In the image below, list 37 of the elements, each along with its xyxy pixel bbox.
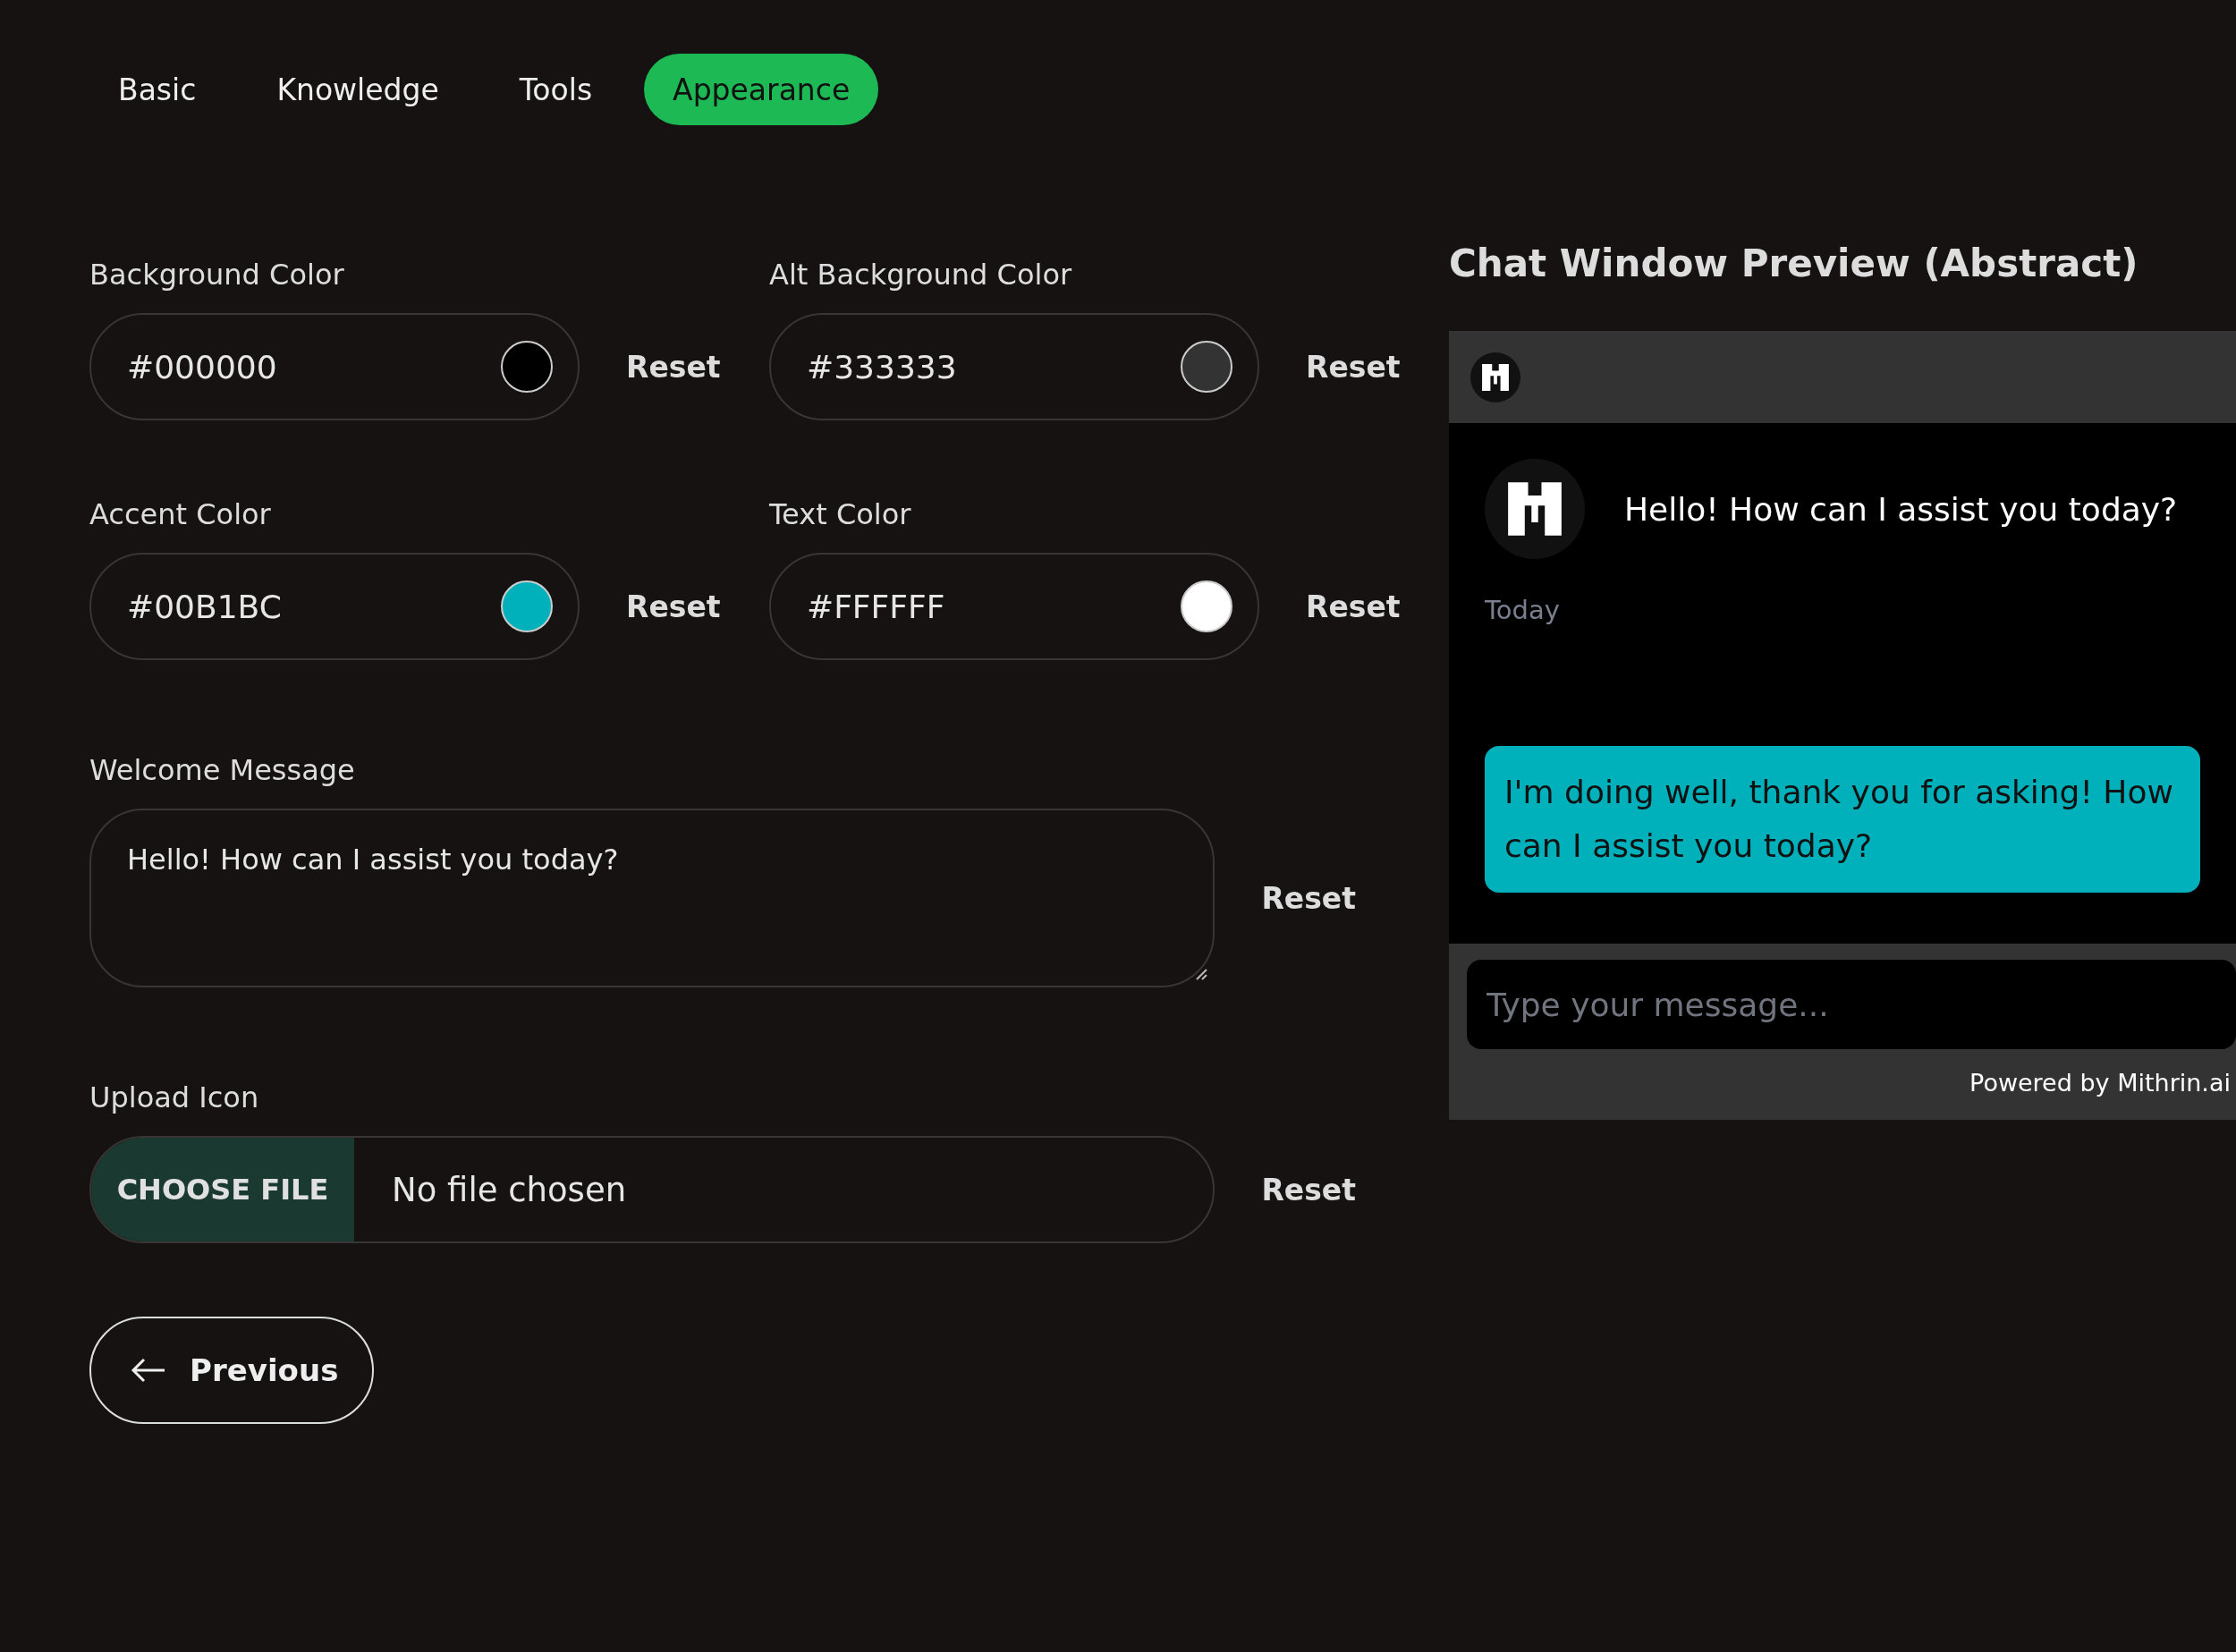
- reset-button[interactable]: Reset: [623, 345, 724, 388]
- color-swatch[interactable]: [501, 580, 553, 632]
- choose-file-button[interactable]: CHOOSE FILE: [91, 1138, 354, 1241]
- tab[interactable]: Tools: [490, 54, 622, 125]
- previous-button[interactable]: Previous: [89, 1317, 375, 1424]
- reset-button[interactable]: Reset: [623, 585, 724, 628]
- file-status: No file chosen: [392, 1170, 627, 1209]
- color-swatch[interactable]: [1181, 580, 1232, 632]
- field-label: Welcome Message: [89, 753, 356, 789]
- reset-button[interactable]: Reset: [1258, 1168, 1359, 1211]
- color-field[interactable]: #000000: [89, 313, 580, 420]
- reset-button[interactable]: Reset: [1258, 877, 1359, 919]
- color-swatch[interactable]: [501, 341, 553, 393]
- color-field[interactable]: #00B1BC: [89, 553, 580, 660]
- reset-button[interactable]: Reset: [1302, 345, 1404, 388]
- message-date: Today: [1485, 595, 1561, 625]
- message-textarea[interactable]: Hello! How can I assist you today?: [89, 809, 1215, 987]
- color-swatch[interactable]: [1181, 341, 1232, 393]
- bot-avatar-icon: [1485, 459, 1585, 559]
- tab[interactable]: Basic: [89, 54, 225, 125]
- bot-message: Hello! How can I assist you today?: [1624, 490, 2178, 528]
- color-field[interactable]: #FFFFFF: [769, 553, 1259, 660]
- field-label: Accent Color: [89, 497, 272, 533]
- logo-icon: [1470, 352, 1520, 402]
- arrow-left-icon: [131, 1357, 166, 1384]
- field-label: Upload Icon: [89, 1080, 260, 1116]
- field-label: Text Color: [769, 497, 912, 533]
- field-label: Background Color: [89, 258, 345, 293]
- message-input[interactable]: Type your message...: [1467, 960, 2236, 1049]
- tab[interactable]: Appearance: [644, 54, 879, 125]
- reset-button[interactable]: Reset: [1302, 585, 1404, 628]
- preview-title: Chat Window Preview (Abstract): [1449, 241, 2139, 287]
- tab[interactable]: Knowledge: [248, 54, 468, 125]
- powered-by-text: Powered by Mithrin.ai: [1969, 1069, 2232, 1097]
- user-message-bubble: I'm doing well, thank you for asking! How can I assist you today?: [1485, 746, 2200, 893]
- color-field[interactable]: #333333: [769, 313, 1259, 420]
- field-label: Alt Background Color: [769, 258, 1073, 293]
